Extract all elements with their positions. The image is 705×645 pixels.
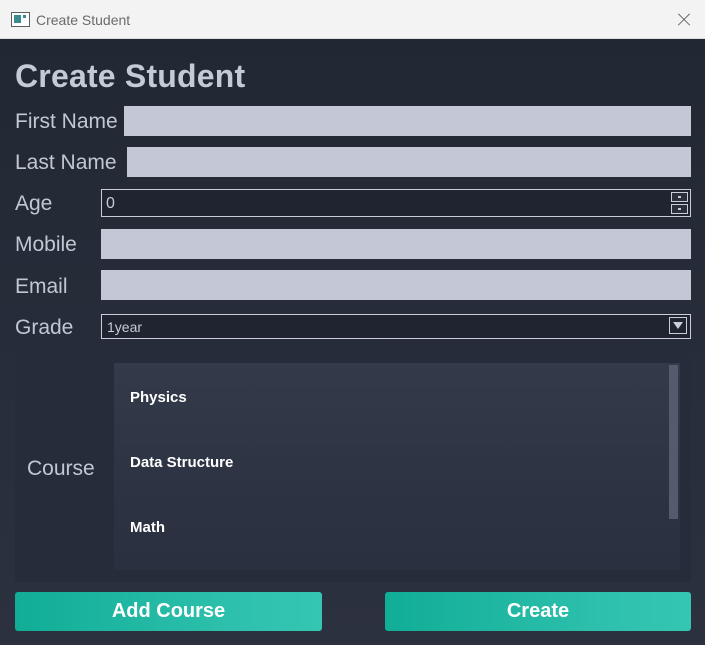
course-label: Course xyxy=(27,457,95,480)
grade-selected-value: 1year xyxy=(107,319,143,335)
first-name-label: First Name xyxy=(15,110,118,133)
course-panel: Course Physics Data Structure Math xyxy=(15,352,691,582)
mobile-label: Mobile xyxy=(15,233,77,256)
mobile-field[interactable] xyxy=(101,229,691,259)
course-item-data-structure[interactable]: Data Structure xyxy=(130,454,233,471)
age-increment-button[interactable] xyxy=(671,192,688,202)
grade-label: Grade xyxy=(15,316,74,339)
page-title: Create Student xyxy=(15,58,246,94)
chevron-down-icon[interactable] xyxy=(669,317,687,334)
create-button[interactable]: Create xyxy=(385,592,691,631)
course-list-scrollbar[interactable] xyxy=(669,365,678,519)
email-field[interactable] xyxy=(101,270,691,300)
app-window-icon xyxy=(11,12,30,27)
close-icon[interactable] xyxy=(670,8,698,32)
add-course-button[interactable]: Add Course xyxy=(15,592,322,631)
course-list[interactable]: Physics Data Structure Math xyxy=(114,363,680,570)
window-title: Create Student xyxy=(36,12,131,28)
first-name-field[interactable] xyxy=(124,106,691,136)
create-student-window: Create Student Create Student First Name… xyxy=(0,0,705,645)
email-label: Email xyxy=(15,275,68,298)
course-item-math[interactable]: Math xyxy=(130,519,165,536)
course-item-physics[interactable]: Physics xyxy=(130,389,187,406)
title-bar: Create Student xyxy=(0,0,705,39)
form-area: Create Student First Name Last Name Age … xyxy=(0,39,705,645)
age-value: 0 xyxy=(106,195,115,212)
last-name-label: Last Name xyxy=(15,151,117,174)
grade-select[interactable]: 1year xyxy=(101,314,691,339)
age-label: Age xyxy=(15,192,53,215)
age-spinbox[interactable]: 0 xyxy=(101,189,691,217)
last-name-field[interactable] xyxy=(127,147,691,177)
age-decrement-button[interactable] xyxy=(671,204,688,214)
